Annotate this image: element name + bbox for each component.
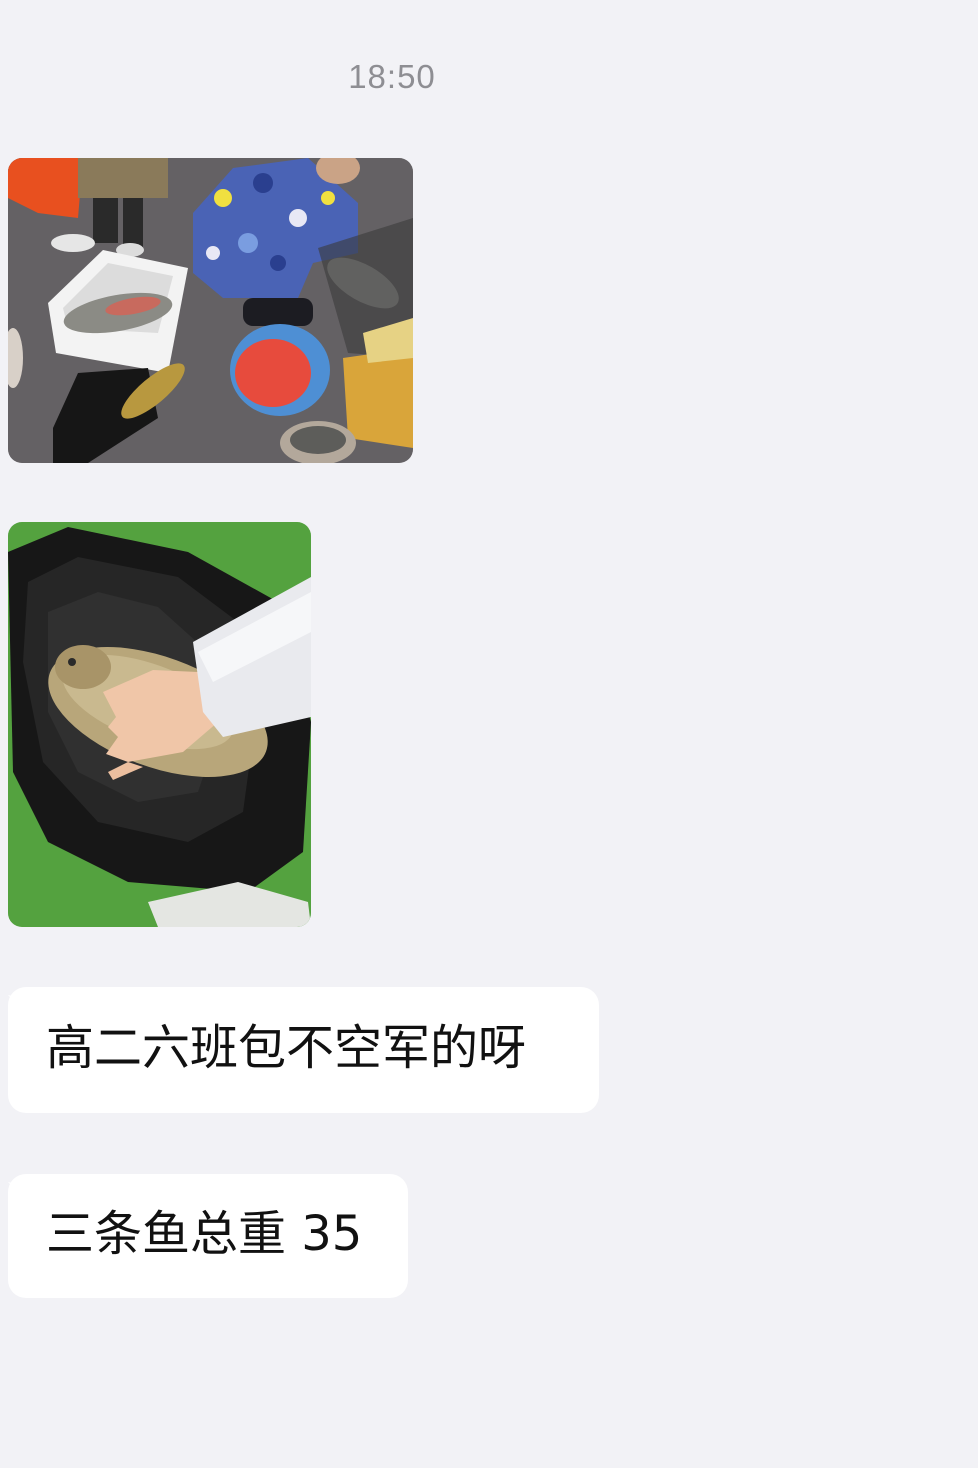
message-text: 高二六班包不空军的呀 (46, 1020, 527, 1076)
text-message-bubble[interactable]: 三条鱼总重 35 (8, 1174, 408, 1298)
bubble-tail-icon (8, 995, 28, 1017)
image-message-fish-market[interactable] (8, 158, 413, 463)
bubble-tail-icon (8, 1182, 28, 1204)
fish-market-photo (8, 158, 413, 463)
carp-photo (8, 522, 311, 927)
message-text: 三条鱼总重 35 (46, 1206, 363, 1262)
text-message-bubble[interactable]: 高二六班包不空军的呀 (8, 987, 599, 1113)
message-timestamp: 18:50 (348, 58, 436, 95)
chat-view: 18:50 高二六班包不空军的呀 三条鱼总重 35 (0, 0, 978, 1468)
image-message-carp-in-bag[interactable] (8, 522, 311, 927)
